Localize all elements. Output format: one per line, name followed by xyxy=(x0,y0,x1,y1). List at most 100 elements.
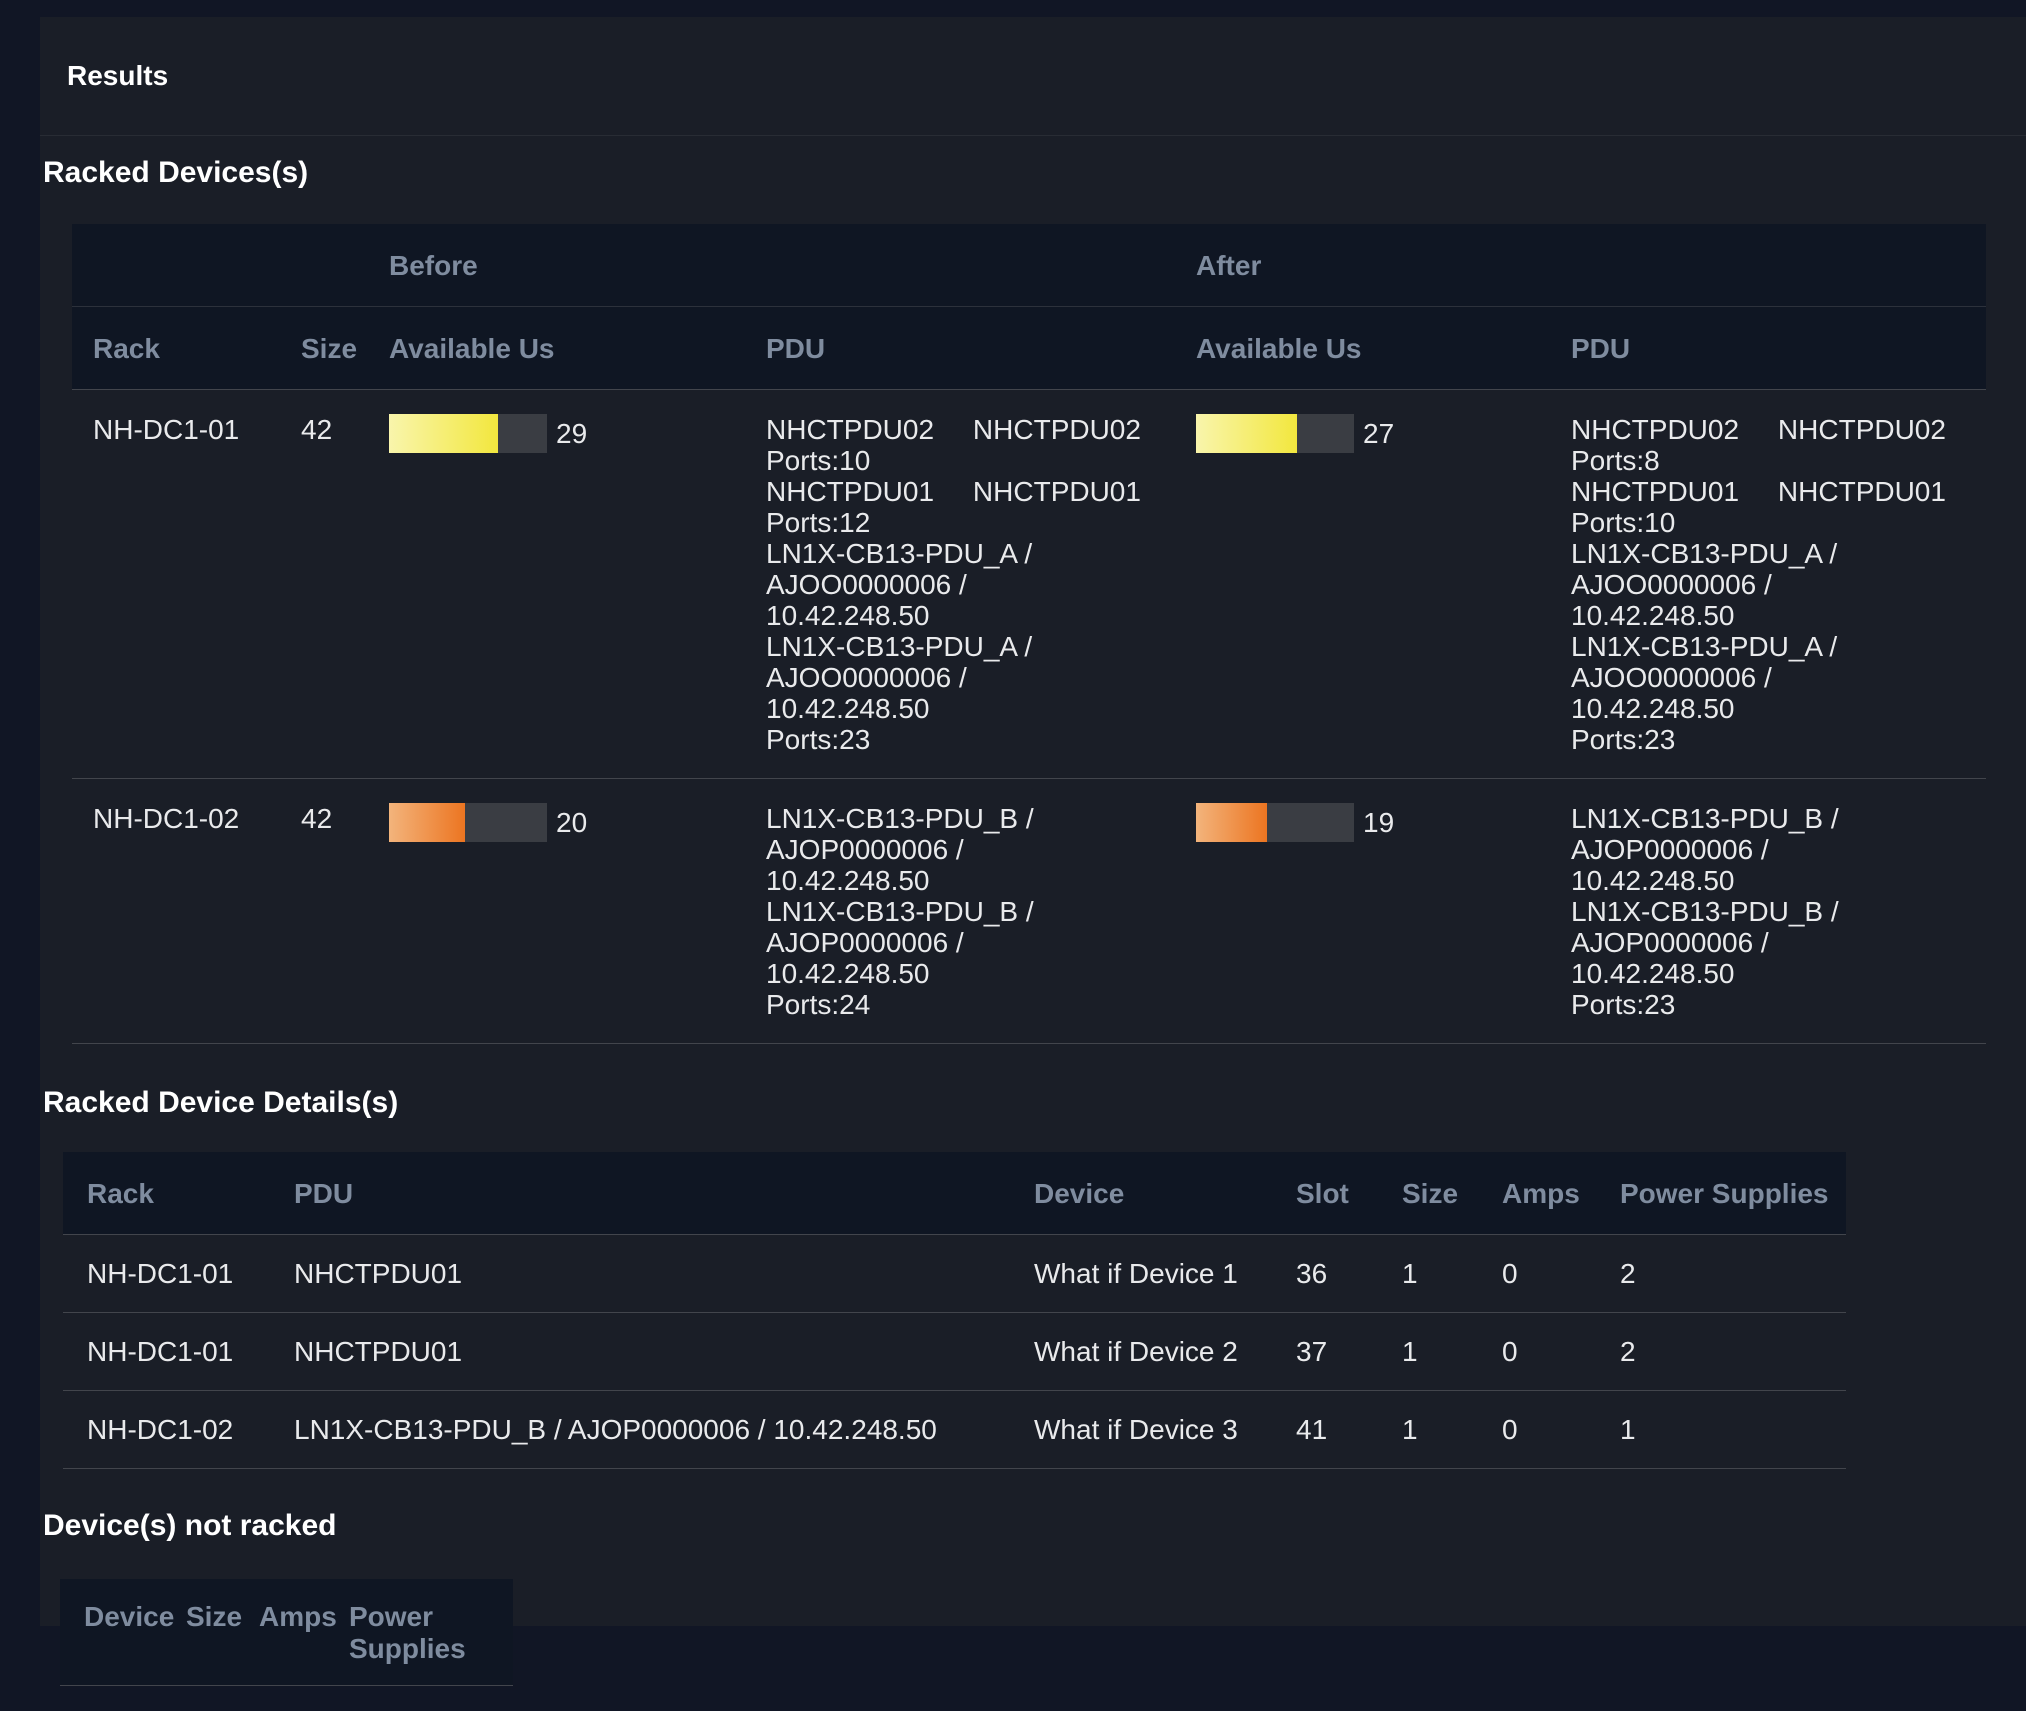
column-header-size: Size xyxy=(1378,1152,1478,1234)
table-row: NH-DC1-02 LN1X-CB13-PDU_B / AJOP0000006 … xyxy=(63,1391,1846,1469)
group-header-after: After xyxy=(1175,224,1550,306)
column-header-rack: Rack xyxy=(72,307,280,389)
pdu-line: LN1X-CB13-PDU_A / xyxy=(766,538,1165,569)
available-us-before-cell: 20 xyxy=(368,779,745,1043)
group-header-before: Before xyxy=(368,224,745,306)
availability-bar xyxy=(1196,414,1354,453)
available-us-before-cell: 29 xyxy=(368,390,745,778)
rack-cell: NH-DC1-01 xyxy=(72,390,280,778)
column-header-slot: Slot xyxy=(1272,1152,1378,1234)
pdu-line: LN1X-CB13-PDU_B / xyxy=(766,803,1165,834)
pdu-line: AJOO0000006 / xyxy=(1571,569,1976,600)
available-us-value: 20 xyxy=(556,807,587,838)
pdu-line: 10.42.248.50 xyxy=(1571,865,1976,896)
racked-device-details-heading: Racked Device Details(s) xyxy=(40,1086,2026,1120)
power-supplies-cell: 2 xyxy=(1596,1235,1846,1312)
column-header-size: Size xyxy=(280,307,368,389)
results-panel-header: Results xyxy=(40,17,2026,136)
pdu-line: Ports:10 xyxy=(1571,507,1976,538)
column-header-amps: Amps xyxy=(1478,1152,1596,1234)
pdu-line: LN1X-CB13-PDU_B / xyxy=(766,896,1165,927)
column-header-available-us-after: Available Us xyxy=(1175,307,1550,389)
size-cell: 42 xyxy=(280,390,368,778)
pdu-line: LN1X-CB13-PDU_A / xyxy=(1571,538,1976,569)
pdu-line: AJOP0000006 / xyxy=(1571,834,1976,865)
group-header-spacer xyxy=(72,224,280,306)
pdu-line: AJOP0000006 / xyxy=(766,834,1165,865)
pdu-line: NHCTPDU01 NHCTPDU01 xyxy=(766,476,1165,507)
group-header-spacer xyxy=(280,224,368,306)
size-cell: 42 xyxy=(280,779,368,1043)
amps-cell: 0 xyxy=(1478,1235,1596,1312)
pdu-line: NHCTPDU01 NHCTPDU01 xyxy=(1571,476,1976,507)
slot-cell: 36 xyxy=(1272,1235,1378,1312)
table-row: NH-DC1-01 NHCTPDU01 What if Device 2 37 … xyxy=(63,1313,1846,1391)
pdu-line: 10.42.248.50 xyxy=(1571,958,1976,989)
pdu-line: AJOO0000006 / xyxy=(766,662,1165,693)
pdu-after-cell: LN1X-CB13-PDU_B / AJOP0000006 / 10.42.24… xyxy=(1550,779,1986,1043)
pdu-cell: LN1X-CB13-PDU_B / AJOP0000006 / 10.42.24… xyxy=(270,1391,1010,1468)
availability-bar xyxy=(1196,803,1354,842)
device-cell: What if Device 1 xyxy=(1010,1235,1272,1312)
pdu-line: 10.42.248.50 xyxy=(1571,600,1976,631)
empty-table-body xyxy=(60,1686,513,1711)
pdu-line: Ports:8 xyxy=(1571,445,1976,476)
group-header-spacer xyxy=(745,224,1175,306)
column-header-pdu-before: PDU xyxy=(745,307,1175,389)
pdu-before-cell: NHCTPDU02 NHCTPDU02 Ports:10 NHCTPDU01 N… xyxy=(745,390,1175,778)
available-us-after-cell: 27 xyxy=(1175,390,1550,778)
rack-cell: NH-DC1-01 xyxy=(63,1235,270,1312)
pdu-before-cell: LN1X-CB13-PDU_B / AJOP0000006 / 10.42.24… xyxy=(745,779,1175,1043)
pdu-line: 10.42.248.50 xyxy=(766,693,1165,724)
available-us-value: 19 xyxy=(1363,807,1394,838)
available-us-after-cell: 19 xyxy=(1175,779,1550,1043)
power-supplies-cell: 2 xyxy=(1596,1313,1846,1390)
rack-cell: NH-DC1-02 xyxy=(63,1391,270,1468)
pdu-line: AJOP0000006 / xyxy=(1571,927,1976,958)
pdu-line: LN1X-CB13-PDU_B / xyxy=(1571,896,1976,927)
column-header-device: Device xyxy=(1010,1152,1272,1234)
column-header-amps: Amps xyxy=(235,1579,325,1685)
pdu-line: LN1X-CB13-PDU_A / xyxy=(766,631,1165,662)
device-cell: What if Device 2 xyxy=(1010,1313,1272,1390)
pdu-line: Ports:24 xyxy=(766,989,1165,1020)
pdu-line: 10.42.248.50 xyxy=(766,600,1165,631)
pdu-line: Ports:23 xyxy=(766,724,1165,755)
not-racked-header-row: Device Size Amps Power Supplies xyxy=(60,1579,513,1686)
pdu-line: 10.42.248.50 xyxy=(1571,693,1976,724)
pdu-line: Ports:10 xyxy=(766,445,1165,476)
column-header-pdu-after: PDU xyxy=(1550,307,1986,389)
column-header-rack: Rack xyxy=(63,1152,270,1234)
devices-not-racked-heading: Device(s) not racked xyxy=(40,1509,2026,1543)
table-row: NH-DC1-01 42 29 NHCTPDU02 NHCTPDU02 Port… xyxy=(72,390,1986,779)
pdu-line: Ports:23 xyxy=(1571,724,1976,755)
devices-not-racked-table: Device Size Amps Power Supplies xyxy=(60,1579,513,1711)
page-title: Results xyxy=(67,60,168,92)
amps-cell: 0 xyxy=(1478,1391,1596,1468)
pdu-line: 10.42.248.50 xyxy=(766,958,1165,989)
pdu-line: NHCTPDU02 NHCTPDU02 xyxy=(766,414,1165,445)
racked-devices-header-row: Rack Size Available Us PDU Available Us … xyxy=(72,307,1986,390)
pdu-line: LN1X-CB13-PDU_B / xyxy=(1571,803,1976,834)
power-supplies-cell: 1 xyxy=(1596,1391,1846,1468)
size-cell: 1 xyxy=(1378,1313,1478,1390)
amps-cell: 0 xyxy=(1478,1313,1596,1390)
size-cell: 1 xyxy=(1378,1235,1478,1312)
rack-cell: NH-DC1-02 xyxy=(72,779,280,1043)
racked-devices-table: Before After Rack Size Available Us PDU … xyxy=(72,224,1986,1044)
pdu-line: AJOO0000006 / xyxy=(1571,662,1976,693)
size-cell: 1 xyxy=(1378,1391,1478,1468)
column-header-pdu: PDU xyxy=(270,1152,1010,1234)
availability-bar xyxy=(389,414,547,453)
pdu-line: 10.42.248.50 xyxy=(766,865,1165,896)
pdu-line: Ports:12 xyxy=(766,507,1165,538)
racked-devices-group-header-row: Before After xyxy=(72,224,1986,307)
rack-cell: NH-DC1-01 xyxy=(63,1313,270,1390)
pdu-line: LN1X-CB13-PDU_A / xyxy=(1571,631,1976,662)
slot-cell: 41 xyxy=(1272,1391,1378,1468)
device-cell: What if Device 3 xyxy=(1010,1391,1272,1468)
available-us-value: 29 xyxy=(556,418,587,449)
pdu-line: AJOO0000006 / xyxy=(766,569,1165,600)
available-us-value: 27 xyxy=(1363,418,1394,449)
details-header-row: Rack PDU Device Slot Size Amps Power Sup… xyxy=(63,1152,1846,1235)
